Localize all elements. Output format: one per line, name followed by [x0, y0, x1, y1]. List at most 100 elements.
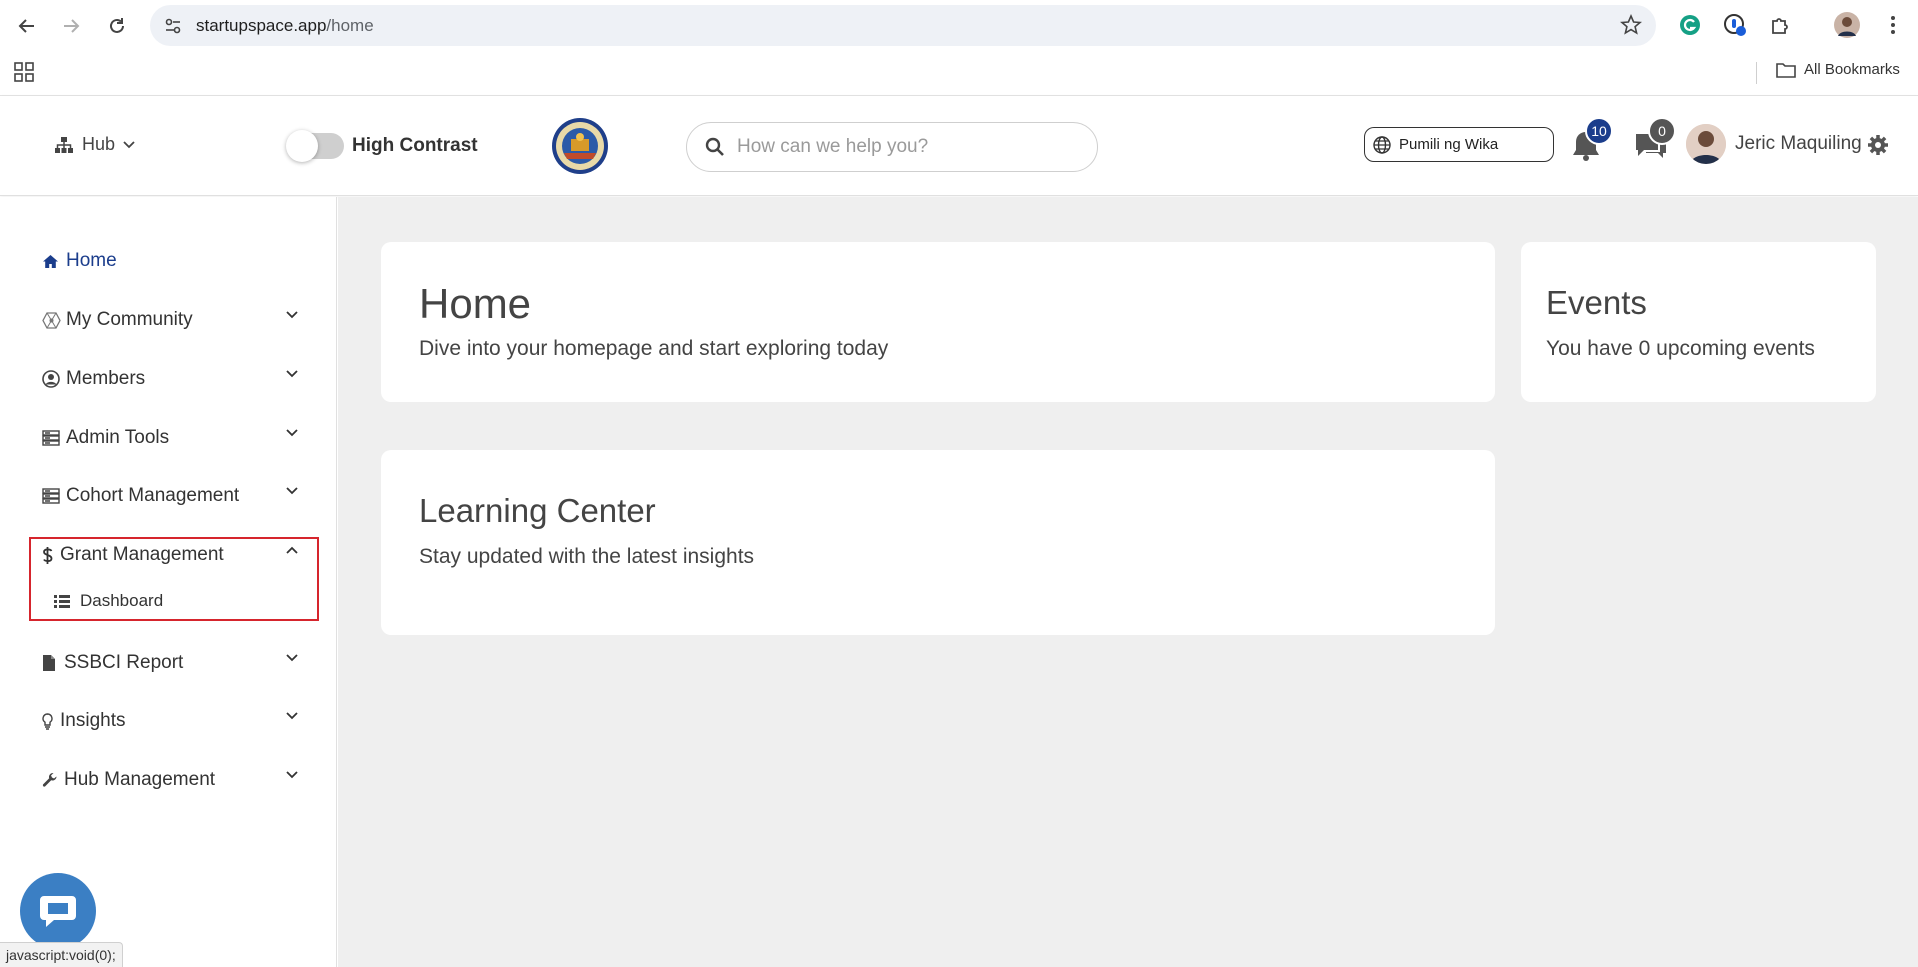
- chat-widget-button[interactable]: [20, 873, 96, 949]
- home-icon: [43, 254, 58, 268]
- sidebar-item-home[interactable]: Home: [42, 246, 302, 276]
- status-bar-text: javascript:void(0);: [6, 947, 116, 963]
- chevron-down-icon: [286, 370, 298, 378]
- lightbulb-icon: [42, 712, 53, 730]
- wrench-icon: [42, 772, 57, 787]
- home-card[interactable]: Home Dive into your homepage and start e…: [381, 242, 1495, 402]
- browser-toolbar: startupspace.app/home: [0, 0, 1918, 50]
- events-card[interactable]: Events You have 0 upcoming events: [1521, 242, 1876, 402]
- language-label: Pumili ng Wika: [1399, 136, 1499, 153]
- sidebar-item-hub-management[interactable]: Hub Management: [42, 765, 302, 795]
- file-icon: [43, 655, 55, 671]
- browser-status-bar: javascript:void(0);: [0, 942, 123, 967]
- sidebar-item-label: Hub Management: [64, 769, 216, 790]
- main-content: Home Dive into your homepage and start e…: [338, 197, 1918, 967]
- events-card-title: Events: [1546, 284, 1647, 321]
- sidebar-item-ssbci-report[interactable]: SSBCI Report: [42, 648, 302, 678]
- address-bar[interactable]: startupspace.app/home: [150, 5, 1656, 46]
- profile-avatar-icon[interactable]: [1834, 12, 1860, 38]
- app-header: Hub High Contrast Pumili ng Wika 10 0 Je…: [0, 96, 1918, 196]
- sidebar-item-label: My Community: [66, 309, 193, 330]
- arrow-right-icon: [64, 19, 80, 33]
- learning-center-subtitle: Stay updated with the latest insights: [419, 545, 755, 568]
- sidebar-item-label: Home: [66, 250, 117, 271]
- server-icon: [42, 488, 60, 504]
- folder-icon: [1776, 62, 1796, 78]
- language-selector[interactable]: Pumili ng Wika: [1364, 127, 1554, 162]
- browser-menu-icon[interactable]: [1880, 12, 1906, 38]
- bookmarks-divider: [1756, 62, 1757, 84]
- sidebar-item-label: Admin Tools: [66, 427, 170, 448]
- sidebar-item-members[interactable]: Members: [42, 364, 302, 394]
- sidebar-subitem-label: Dashboard: [80, 591, 164, 610]
- chevron-down-icon: [286, 654, 298, 662]
- reload-icon: [110, 18, 124, 33]
- sidebar-nav: Home My Community Members Admin Tools Co…: [0, 197, 337, 967]
- dollar-icon: [43, 546, 53, 564]
- user-avatar: [1686, 124, 1726, 164]
- sidebar-item-label: Cohort Management: [66, 485, 240, 506]
- sidebar-item-admin-tools[interactable]: Admin Tools: [42, 423, 302, 453]
- apps-grid-icon[interactable]: [14, 62, 34, 82]
- sidebar-item-grant-management[interactable]: Grant Management: [42, 540, 302, 570]
- sidebar-item-insights[interactable]: Insights: [42, 706, 302, 736]
- user-menu[interactable]: Jeric Maquiling: [1686, 124, 1862, 164]
- back-button[interactable]: [11, 10, 43, 42]
- sitemap-icon: [55, 136, 73, 153]
- bookmarks-bar: All Bookmarks: [0, 50, 1918, 96]
- user-name: Jeric Maquiling: [1735, 133, 1862, 154]
- chevron-down-icon: [286, 311, 298, 319]
- url-path: /home: [326, 16, 374, 35]
- gear-icon[interactable]: [1867, 134, 1889, 156]
- learning-center-title: Learning Center: [419, 492, 656, 529]
- chevron-down-icon: [286, 429, 298, 437]
- events-card-subtitle: You have 0 upcoming events: [1546, 337, 1815, 360]
- all-bookmarks-label: All Bookmarks: [1804, 61, 1900, 78]
- site-settings-icon[interactable]: [164, 17, 182, 35]
- chevron-down-icon: [123, 140, 135, 148]
- toggle-knob: [286, 130, 318, 162]
- help-search[interactable]: [686, 122, 1098, 172]
- user-circle-icon: [42, 370, 60, 388]
- chevron-down-icon: [286, 771, 298, 779]
- search-icon: [705, 137, 724, 156]
- arrow-left-icon: [18, 19, 34, 33]
- search-input[interactable]: [737, 133, 1077, 161]
- sidebar-item-my-community[interactable]: My Community: [42, 305, 302, 335]
- globe-icon: [1373, 135, 1391, 154]
- hub-label: Hub: [82, 134, 116, 154]
- messages-badge: 0: [1648, 117, 1676, 145]
- sidebar-item-cohort-management[interactable]: Cohort Management: [42, 481, 302, 511]
- reload-button[interactable]: [101, 10, 133, 42]
- notifications-button[interactable]: 10: [1571, 117, 1613, 164]
- notifications-badge: 10: [1585, 117, 1613, 145]
- chevron-down-icon: [286, 712, 298, 720]
- bookmark-star-icon[interactable]: [1620, 14, 1642, 36]
- grammarly-extension-icon[interactable]: [1677, 12, 1703, 38]
- hub-dropdown[interactable]: Hub: [54, 134, 135, 155]
- community-icon: [42, 311, 61, 329]
- high-contrast-toggle[interactable]: [286, 130, 344, 162]
- sidebar-item-label: SSBCI Report: [64, 652, 184, 673]
- home-card-title: Home: [419, 280, 532, 327]
- chat-icon: [40, 896, 76, 927]
- all-bookmarks-button[interactable]: All Bookmarks: [1776, 61, 1900, 78]
- sidebar-subitem-dashboard[interactable]: Dashboard: [54, 591, 163, 611]
- sidebar-item-label: Members: [66, 368, 146, 389]
- sidebar-item-label: Insights: [60, 710, 126, 731]
- password-extension-icon[interactable]: [1722, 12, 1748, 38]
- chevron-up-icon: [286, 546, 298, 554]
- sidebar-item-label: Grant Management: [60, 544, 224, 565]
- list-icon: [54, 594, 70, 608]
- extensions-puzzle-icon[interactable]: [1768, 12, 1794, 38]
- url-host: startupspace.app: [196, 16, 327, 35]
- learning-center-card[interactable]: Learning Center Stay updated with the la…: [381, 450, 1495, 635]
- seal-logo[interactable]: [551, 117, 609, 175]
- server-icon: [42, 430, 60, 446]
- chevron-down-icon: [286, 487, 298, 495]
- high-contrast-label: High Contrast: [352, 135, 478, 156]
- forward-button[interactable]: [55, 10, 87, 42]
- messages-button[interactable]: 0: [1634, 117, 1676, 164]
- home-card-subtitle: Dive into your homepage and start explor…: [419, 337, 889, 360]
- url-text[interactable]: startupspace.app/home: [196, 16, 374, 36]
